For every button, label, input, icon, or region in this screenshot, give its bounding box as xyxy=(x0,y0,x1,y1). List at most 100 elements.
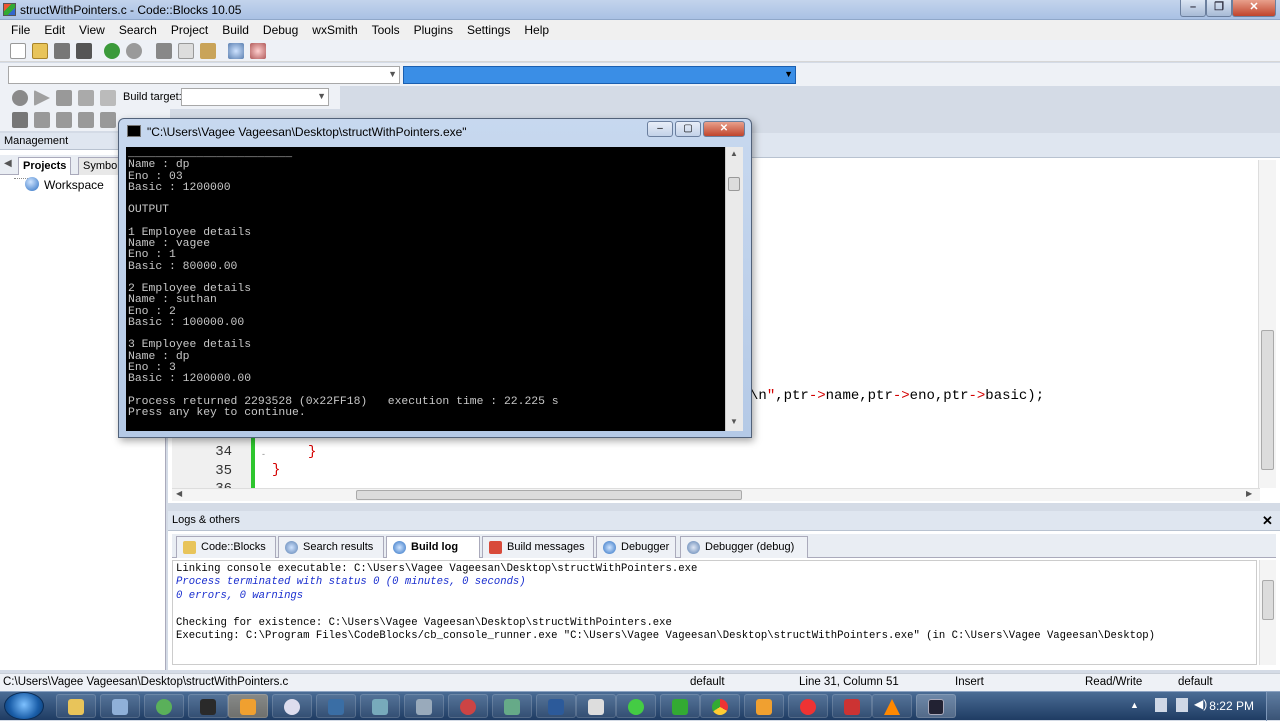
menu-project[interactable]: Project xyxy=(164,23,215,37)
vertical-scroll-thumb[interactable] xyxy=(1261,330,1274,470)
workspace-tree-item[interactable]: Workspace xyxy=(44,178,104,192)
console-output[interactable]: ________________________ Name : dp Eno : 0… xyxy=(126,147,725,431)
tab-debugger[interactable]: Debugger xyxy=(596,536,676,558)
taskbar-app-10[interactable] xyxy=(448,694,488,718)
editor-horizontal-scrollbar[interactable]: ◀ ▶ xyxy=(172,488,1260,501)
run-to-cursor-icon[interactable] xyxy=(34,112,50,128)
taskbar-app-8[interactable] xyxy=(360,694,400,718)
tab-build-log[interactable]: Build log✕ xyxy=(386,536,493,558)
taskbar-vlc[interactable] xyxy=(872,694,912,718)
show-desktop-button[interactable] xyxy=(1266,692,1280,721)
menu-view[interactable]: View xyxy=(72,23,112,37)
tray-volume-icon[interactable]: ◀) xyxy=(1194,697,1207,711)
redo-icon[interactable] xyxy=(126,43,142,59)
menu-tools[interactable]: Tools xyxy=(365,23,407,37)
log-vertical-scrollbar[interactable] xyxy=(1259,560,1276,665)
app-icon xyxy=(756,699,772,715)
code-brace-inner[interactable]: } xyxy=(308,444,316,460)
console-maximize-button[interactable]: ▢ xyxy=(675,121,701,137)
taskbar-app-2[interactable] xyxy=(100,694,140,718)
step-into-icon[interactable] xyxy=(78,112,94,128)
build-run-icon[interactable] xyxy=(56,90,72,106)
menu-file[interactable]: File xyxy=(4,23,37,37)
taskbar-app-7[interactable] xyxy=(316,694,356,718)
open-folder-icon[interactable] xyxy=(32,43,48,59)
code-brace-outer[interactable]: } xyxy=(272,462,280,478)
tab-label: Search results xyxy=(303,541,374,553)
editor-vertical-scrollbar[interactable] xyxy=(1258,160,1276,488)
undo-icon[interactable] xyxy=(104,43,120,59)
step-out-icon[interactable] xyxy=(100,112,116,128)
scroll-up-arrow-icon[interactable]: ▲ xyxy=(730,149,738,158)
run-icon[interactable] xyxy=(34,90,50,106)
taskbar-explorer[interactable] xyxy=(56,694,96,718)
build-target-combo[interactable]: ▼ xyxy=(181,88,329,106)
copy-icon[interactable] xyxy=(178,43,194,59)
tray-expand-icon[interactable]: ▲ xyxy=(1130,700,1139,710)
taskbar-app-6[interactable] xyxy=(272,694,312,718)
rebuild-icon[interactable] xyxy=(78,90,94,106)
build-gear-icon[interactable] xyxy=(12,90,28,106)
taskbar-app-19[interactable] xyxy=(832,694,872,718)
console-close-button[interactable]: ✕ xyxy=(703,121,745,137)
debug-icon[interactable] xyxy=(12,112,28,128)
taskbar-console[interactable] xyxy=(916,694,956,718)
new-file-icon[interactable] xyxy=(10,43,26,59)
log-scroll-thumb[interactable] xyxy=(1262,580,1274,620)
taskbar-app-4[interactable] xyxy=(188,694,228,718)
cut-icon[interactable] xyxy=(156,43,172,59)
abort-icon[interactable] xyxy=(100,90,116,106)
maximize-button[interactable]: ❐ xyxy=(1206,0,1232,17)
menu-help[interactable]: Help xyxy=(517,23,556,37)
tray-flag-icon[interactable] xyxy=(1155,698,1167,712)
taskbar-chrome[interactable] xyxy=(700,694,740,718)
next-line-icon[interactable] xyxy=(56,112,72,128)
start-button[interactable] xyxy=(4,692,44,720)
tab-codeblocks-log[interactable]: Code::Blocks xyxy=(176,536,276,558)
logs-close-icon[interactable]: ✕ xyxy=(1262,513,1273,529)
taskbar-app-17[interactable] xyxy=(744,694,784,718)
save-icon[interactable] xyxy=(54,43,70,59)
taskbar-app-11[interactable] xyxy=(492,694,532,718)
scroll-right-arrow-icon[interactable]: ▶ xyxy=(1246,489,1252,498)
console-vertical-scrollbar[interactable]: ▲ ▼ xyxy=(725,147,743,431)
horizontal-scroll-thumb[interactable] xyxy=(356,490,742,500)
menu-search[interactable]: Search xyxy=(112,23,164,37)
taskbar-app-active[interactable] xyxy=(228,694,268,718)
taskbar-app-9[interactable] xyxy=(404,694,444,718)
tab-search-results[interactable]: Search results xyxy=(278,536,384,558)
replace-icon[interactable] xyxy=(250,43,266,59)
menu-plugins[interactable]: Plugins xyxy=(407,23,460,37)
tab-projects[interactable]: Projects xyxy=(18,157,72,175)
taskbar-app-13[interactable] xyxy=(576,694,616,718)
menu-debug[interactable]: Debug xyxy=(256,23,305,37)
find-icon[interactable] xyxy=(228,43,244,59)
taskbar-app-12[interactable] xyxy=(536,694,576,718)
function-combo[interactable]: ▼ xyxy=(403,66,796,84)
menu-build[interactable]: Build xyxy=(215,23,256,37)
tab-build-messages[interactable]: Build messages xyxy=(482,536,594,558)
taskbar-app-18[interactable] xyxy=(788,694,828,718)
taskbar-app-3[interactable] xyxy=(144,694,184,718)
paste-icon[interactable] xyxy=(200,43,216,59)
console-minimize-button[interactable]: – xyxy=(647,121,673,137)
fold-marker-icon[interactable]: - xyxy=(262,449,265,459)
menu-settings[interactable]: Settings xyxy=(460,23,517,37)
scope-combo[interactable]: ▼ xyxy=(8,66,400,84)
taskbar-clock[interactable]: 8:22 PM xyxy=(1209,699,1254,713)
minimize-button[interactable]: – xyxy=(1180,0,1206,17)
close-button[interactable]: ✕ xyxy=(1232,0,1276,17)
taskbar-app-14[interactable] xyxy=(616,694,656,718)
tab-debugger-debug[interactable]: Debugger (debug) xyxy=(680,536,808,558)
menu-wxsmith[interactable]: wxSmith xyxy=(305,23,364,37)
menu-edit[interactable]: Edit xyxy=(37,23,72,37)
console-scroll-thumb[interactable] xyxy=(728,177,740,191)
tab-scroll-left-icon[interactable]: ◀ xyxy=(4,158,12,169)
scroll-down-arrow-icon[interactable]: ▼ xyxy=(730,417,738,426)
taskbar-app-15[interactable] xyxy=(660,694,700,718)
code-line-31[interactable]: \n",ptr->name,ptr->eno,ptr->basic); xyxy=(750,388,1044,404)
tray-network-icon[interactable] xyxy=(1176,698,1188,712)
build-log-output[interactable]: Linking console executable: C:\Users\Vag… xyxy=(172,560,1257,665)
save-all-icon[interactable] xyxy=(76,43,92,59)
scroll-left-arrow-icon[interactable]: ◀ xyxy=(176,489,182,498)
